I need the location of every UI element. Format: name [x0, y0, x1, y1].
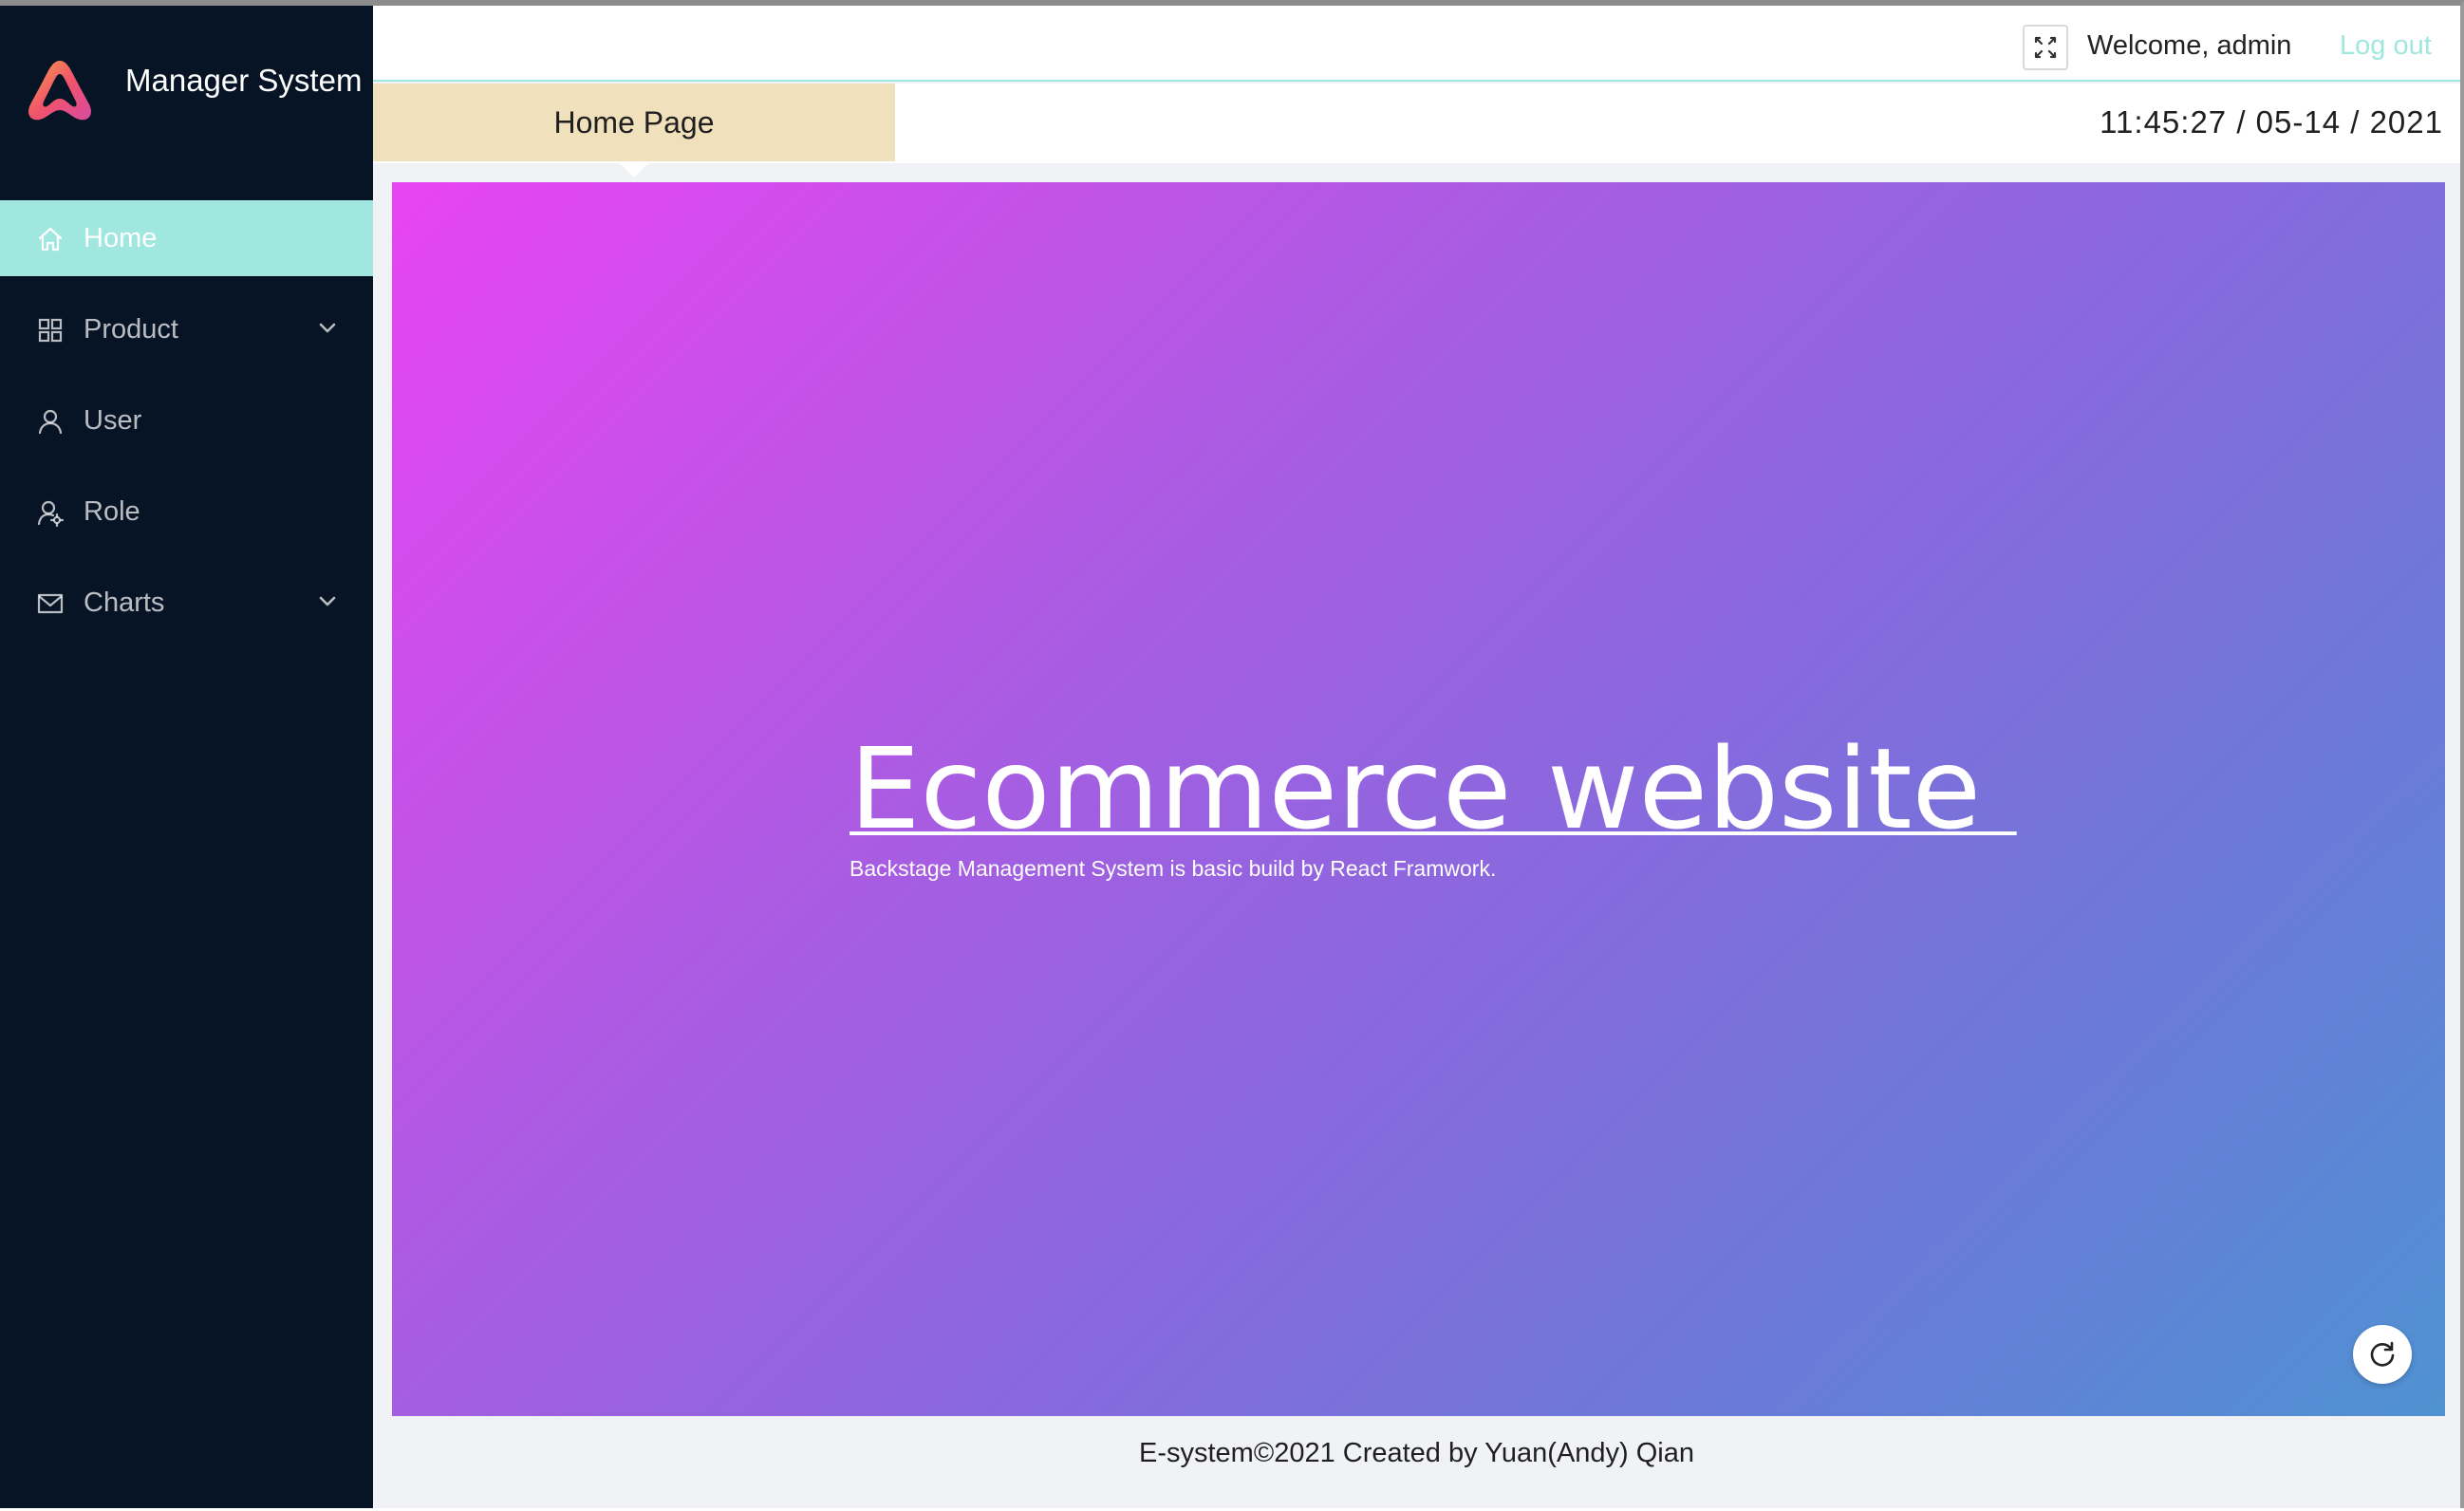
mail-icon	[37, 593, 64, 614]
sidebar-item-user[interactable]: User	[0, 382, 373, 458]
sidebar-item-label: Product	[84, 314, 178, 345]
brand[interactable]: Manager System	[0, 6, 373, 167]
sidebar-item-role[interactable]: Role	[0, 474, 373, 550]
hero-title-link[interactable]: Ecommerce website	[849, 727, 2017, 851]
brand-title: Manager System	[125, 63, 363, 98]
app-window: Manager System Home Product User Role Ch…	[0, 0, 2464, 1508]
home-icon	[38, 227, 63, 252]
footer-copyright: E-system©2021 Created by Yuan(Andy) Qian	[1138, 1437, 1695, 1468]
page-subheader: Home Page 11:45:27 / 05-14 / 2021	[373, 84, 2460, 177]
hero-banner: Ecommerce website Backstage Management S…	[392, 182, 2445, 1416]
sidebar-item-home[interactable]: Home	[0, 200, 373, 276]
role-icon	[37, 500, 65, 527]
date-time-display: 11:45:27 / 05-14 / 2021	[2100, 104, 2443, 140]
fullscreen-button[interactable]	[2023, 25, 2068, 70]
sidebar-item-label: Role	[84, 496, 140, 527]
welcome-text: Welcome, admin	[2087, 30, 2292, 61]
sidebar-item-product[interactable]: Product	[0, 291, 373, 367]
sidebar-menu: Home Product User Role Charts	[0, 200, 373, 656]
tab-caret	[618, 161, 650, 177]
page-title: Home Page	[553, 104, 715, 140]
sidebar-item-label: Home	[84, 223, 158, 253]
page-title-tab: Home Page	[373, 84, 895, 161]
footer: E-system©2021 Created by Yuan(Andy) Qian	[373, 1416, 2460, 1511]
chevron-down-icon	[319, 596, 336, 606]
chevron-down-icon	[319, 323, 336, 333]
appstore-icon	[38, 318, 63, 343]
hero-subtitle: Backstage Management System is basic bui…	[849, 856, 1497, 881]
brand-logo-icon	[28, 61, 91, 121]
fullscreen-icon	[2034, 36, 2057, 59]
sidebar: Manager System Home Product User Role Ch…	[0, 6, 373, 1508]
sidebar-item-label: Charts	[84, 588, 165, 618]
sidebar-item-charts[interactable]: Charts	[0, 565, 373, 641]
refresh-button[interactable]	[2353, 1325, 2412, 1384]
sidebar-item-label: User	[84, 405, 142, 436]
logout-link[interactable]: Log out	[2340, 30, 2432, 62]
top-header: Welcome, admin Log out	[373, 6, 2460, 82]
user-icon	[38, 409, 63, 435]
reload-icon	[2370, 1341, 2395, 1367]
